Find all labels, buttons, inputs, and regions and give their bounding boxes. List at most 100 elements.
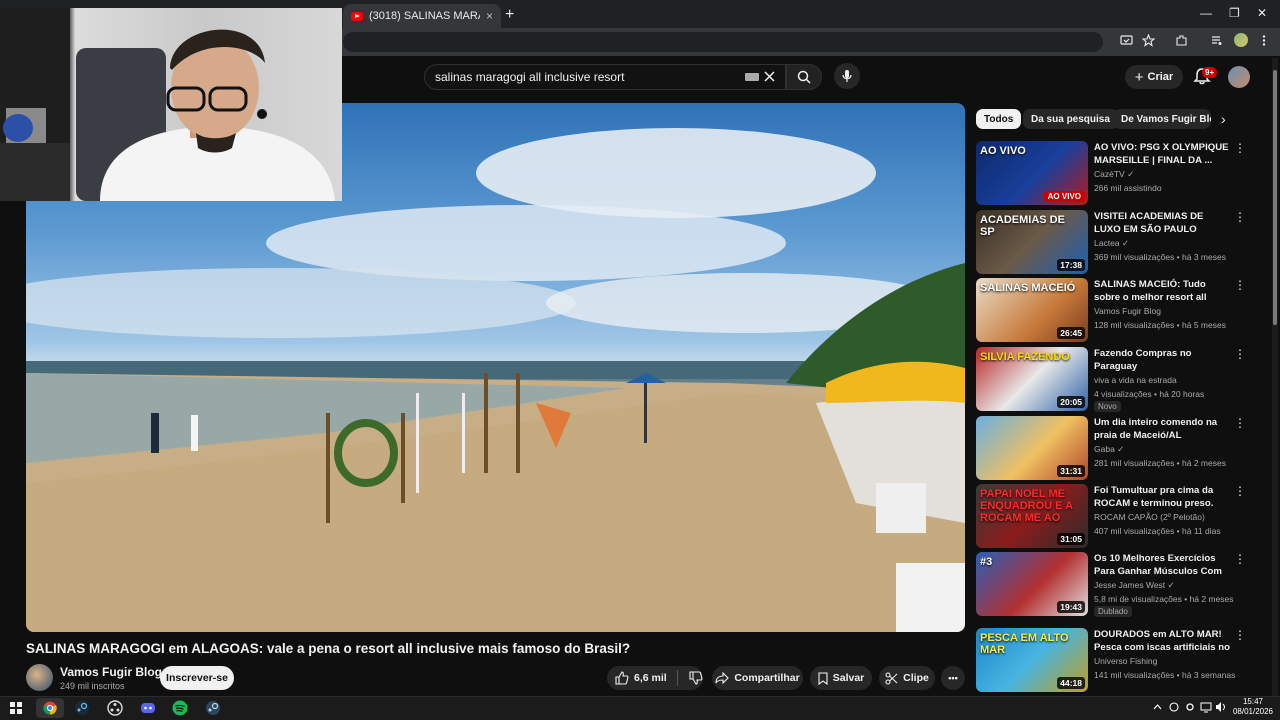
voice-search-button[interactable]: [834, 63, 860, 89]
create-button[interactable]: + Criar: [1125, 65, 1183, 89]
volume-icon[interactable]: [1215, 701, 1227, 713]
recommendation-thumbnail[interactable]: SALINAS MACEIÓ 26:45: [976, 278, 1088, 342]
recommendation-title[interactable]: AO VIVO: PSG X OLYMPIQUE MARSEILLE | FIN…: [1094, 141, 1230, 167]
more-options-icon[interactable]: ⋮: [1234, 279, 1246, 291]
more-options-icon[interactable]: ⋮: [1234, 485, 1246, 497]
bookmark-star-icon[interactable]: [1142, 34, 1155, 47]
clock-date: 08/01/2026: [1232, 707, 1274, 716]
system-clock[interactable]: 15:47 08/01/2026: [1228, 697, 1278, 717]
scrollbar-thumb[interactable]: [1273, 70, 1277, 325]
channel-name-text: Gaba: [1094, 444, 1115, 454]
recommendation-item[interactable]: PESCA EM ALTO MAR 44:18 DOURADOS em ALTO M…: [976, 628, 1246, 692]
verified-badge-icon: ✓: [1127, 169, 1135, 179]
recommendation-channel[interactable]: Gaba ✓: [1094, 444, 1124, 455]
recommendation-channel[interactable]: CazéTV ✓: [1094, 169, 1134, 180]
cast-icon[interactable]: [1120, 34, 1133, 47]
chrome-taskbar-button[interactable]: [36, 698, 64, 718]
recommendation-item[interactable]: ACADEMIAS DE SP 17:38 VISITEI ACADEMIAS DE…: [976, 210, 1246, 274]
recommendation-thumbnail[interactable]: PESCA EM ALTO MAR 44:18: [976, 628, 1088, 692]
subscribe-button[interactable]: Inscrever-se: [160, 666, 234, 690]
more-options-icon[interactable]: ⋮: [1234, 417, 1246, 429]
streamer-camera-image: [0, 8, 335, 201]
recommendation-channel[interactable]: Universo Fishing: [1094, 656, 1157, 666]
recommendation-channel[interactable]: Vamos Fugir Blog: [1094, 306, 1161, 316]
more-actions-button[interactable]: •••: [941, 666, 965, 690]
restore-button[interactable]: ❐: [1229, 6, 1240, 20]
more-options-icon[interactable]: ⋮: [1234, 211, 1246, 223]
search-input[interactable]: salinas maragogi all inclusive resort: [424, 64, 786, 90]
scissors-icon: [885, 671, 898, 685]
subscriber-count: 249 mil inscritos: [60, 681, 125, 691]
extensions-icon[interactable]: [1175, 34, 1188, 47]
like-icon[interactable]: [615, 671, 629, 685]
channel-name[interactable]: Vamos Fugir Blog: [60, 665, 162, 679]
chip-from-search[interactable]: Da sua pesquisa: [1023, 109, 1118, 129]
account-avatar[interactable]: [1228, 66, 1250, 88]
chip-all[interactable]: Todos: [976, 109, 1022, 129]
more-options-icon[interactable]: ⋮: [1234, 142, 1246, 154]
tab-title: (3018) SALINAS MARAGOGI em: [369, 10, 480, 22]
address-bar[interactable]: [343, 32, 1103, 52]
recommendation-title[interactable]: VISITEI ACADEMIAS DE LUXO EM SÃO PAULO: [1094, 210, 1230, 236]
channel-name-text: viva a vida na estrada: [1094, 375, 1177, 385]
recommendation-thumbnail[interactable]: #3 19:43: [976, 552, 1088, 616]
windows-start-icon[interactable]: [6, 698, 26, 718]
recommendation-thumbnail[interactable]: SILVIA FAZENDO 20:05: [976, 347, 1088, 411]
network-icon[interactable]: [1200, 701, 1212, 713]
tray-chevron-up-icon[interactable]: [1153, 703, 1162, 711]
recommendation-item[interactable]: AO VIVO AO VIVO AO VIVO: PSG X OLYMPIQUE M…: [976, 141, 1246, 205]
recommendation-item[interactable]: PAPAI NOEL ME ENQUADROU E A ROCAM ME AO 3…: [976, 484, 1246, 548]
browser-tab[interactable]: (3018) SALINAS MARAGOGI em ×: [343, 4, 501, 28]
new-tab-button[interactable]: +: [505, 6, 514, 24]
recommendation-item[interactable]: #3 19:43 Os 10 Melhores Exercícios Para Ga…: [976, 552, 1246, 617]
recommendation-thumbnail[interactable]: ACADEMIAS DE SP 17:38: [976, 210, 1088, 274]
tab-close-icon[interactable]: ×: [486, 9, 493, 23]
clip-button[interactable]: Clipe: [879, 666, 935, 690]
clear-search-icon[interactable]: [764, 71, 775, 82]
discord-icon[interactable]: [138, 698, 158, 718]
keyboard-icon[interactable]: [745, 73, 759, 81]
recommendation-item[interactable]: 31:31 Um dia inteiro comendo na praia de …: [976, 416, 1246, 480]
obs-icon[interactable]: [105, 698, 125, 718]
more-options-icon[interactable]: ⋮: [1234, 629, 1246, 641]
recommendation-channel[interactable]: ROCAM CAPÃO (2º Pelotão): [1094, 512, 1205, 522]
share-button[interactable]: Compartilhar: [712, 666, 803, 690]
recommendation-title[interactable]: DOURADOS em ALTO MAR! Pesca com iscas ar…: [1094, 628, 1230, 654]
dislike-icon[interactable]: [689, 671, 703, 685]
recommendation-item[interactable]: SILVIA FAZENDO 20:05 Fazendo Compras no Pa…: [976, 347, 1246, 412]
recommendation-thumbnail[interactable]: AO VIVO AO VIVO: [976, 141, 1088, 205]
chrome-menu-icon[interactable]: [1260, 34, 1268, 47]
tray-app-icon[interactable]: [1168, 701, 1180, 713]
recommendation-meta: 128 mil visualizações • há 5 meses: [1094, 320, 1226, 330]
more-options-icon[interactable]: ⋮: [1234, 348, 1246, 360]
recommendation-title[interactable]: Fazendo Compras no Paraguay: [1094, 347, 1230, 373]
recommendation-title[interactable]: Um dia inteiro comendo na praia de Macei…: [1094, 416, 1230, 442]
save-button[interactable]: Salvar: [810, 666, 872, 690]
recommendation-thumbnail[interactable]: PAPAI NOEL ME ENQUADROU E A ROCAM ME AO 3…: [976, 484, 1088, 548]
close-window-button[interactable]: ✕: [1257, 6, 1267, 20]
recommendation-title[interactable]: Os 10 Melhores Exercícios Para Ganhar Mú…: [1094, 552, 1230, 578]
channel-avatar[interactable]: [26, 664, 53, 691]
profile-avatar[interactable]: [1234, 33, 1248, 47]
media-controls-icon[interactable]: [1210, 34, 1223, 47]
minimize-button[interactable]: —: [1200, 6, 1212, 20]
recommendation-title[interactable]: SALINAS MACEIÓ: Tudo sobre o melhor reso…: [1094, 278, 1230, 304]
recommendation-channel[interactable]: Jesse James West ✓: [1094, 580, 1175, 591]
search-button[interactable]: [786, 64, 822, 90]
share-icon: [715, 672, 730, 684]
recommendation-thumbnail[interactable]: 31:31: [976, 416, 1088, 480]
recommendation-channel[interactable]: viva a vida na estrada: [1094, 375, 1177, 385]
recommendation-title[interactable]: Foi Tumultuar pra cima da ROCAM e termin…: [1094, 484, 1230, 510]
tray-settings-icon[interactable]: [1184, 701, 1196, 713]
like-count[interactable]: 6,6 mil: [634, 672, 667, 684]
spotify-icon[interactable]: [170, 698, 190, 718]
search-icon: [797, 70, 811, 84]
recommendation-channel[interactable]: Lactea ✓: [1094, 238, 1129, 249]
chevron-right-icon[interactable]: ›: [1221, 111, 1226, 127]
more-options-icon[interactable]: ⋮: [1234, 553, 1246, 565]
chip-from-channel[interactable]: De Vamos Fugir Blog: [1113, 109, 1211, 129]
steam-icon[interactable]: [72, 698, 92, 718]
recommendation-item[interactable]: SALINAS MACEIÓ 26:45 SALINAS MACEIÓ: Tudo …: [976, 278, 1246, 342]
steam-alt-icon[interactable]: [203, 698, 223, 718]
video-duration: 20:05: [1057, 396, 1085, 408]
